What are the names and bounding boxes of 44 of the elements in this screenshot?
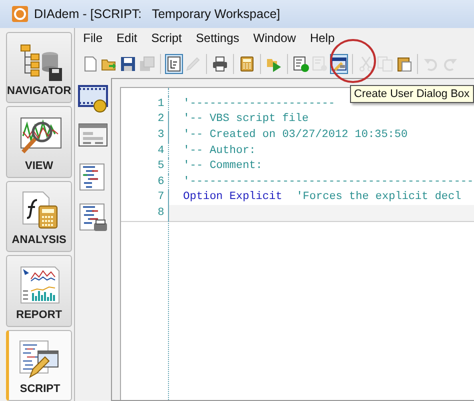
app-icon (12, 6, 28, 22)
copy-icon (377, 56, 394, 72)
navigation-tab[interactable]: NAVIGATOR (6, 32, 72, 104)
calculator-icon (239, 56, 256, 72)
window-title: DIAdem - [SCRIPT: Temporary Workspace] (34, 7, 280, 21)
script-view-icon (166, 56, 182, 72)
code-comment: '---------------------- (183, 98, 335, 110)
new-document-icon (82, 56, 98, 72)
code-keyword: Option Explicit (183, 191, 282, 204)
run-icon (266, 56, 282, 72)
dialog-icon (331, 56, 348, 72)
toolbar-button[interactable] (119, 54, 138, 74)
toolbar-button[interactable] (292, 54, 310, 74)
code-comment: '-- Created on 03/27/2012 10:35:50 (183, 128, 408, 141)
menu-item[interactable]: File (83, 31, 103, 50)
navigation-tab[interactable]: SCRIPT (6, 330, 72, 401)
printer-icon (212, 56, 228, 72)
line-number: 8 (121, 205, 170, 221)
menu-item[interactable]: Settings (196, 31, 240, 50)
code-comment: '-- Comment: (183, 160, 262, 172)
pen-icon (185, 56, 202, 72)
code-comment: 'Forces the explicit decl (296, 191, 462, 204)
save-icon (120, 56, 136, 72)
script-print-icon[interactable] (78, 203, 108, 233)
menu-item[interactable]: Help (310, 31, 335, 50)
navigation-tab[interactable]: VIEW (6, 106, 72, 178)
code-comment: '-- VBS script file (183, 113, 309, 126)
save-all-icon (139, 56, 156, 72)
menu-item[interactable]: Edit (116, 31, 138, 50)
redo-icon (442, 56, 458, 72)
paste-icon (396, 56, 412, 72)
cut-icon (358, 56, 374, 72)
code-comment: '------------------------------------------- (183, 176, 474, 188)
script-run-icon (293, 56, 310, 72)
menu-item[interactable]: Window (253, 31, 296, 50)
toolbar-button[interactable] (211, 54, 230, 74)
navigation-tab[interactable]: REPORT (6, 255, 72, 327)
code-comment: '-- Author: (183, 144, 256, 157)
navigation-tab[interactable]: ANALYSIS (6, 180, 72, 252)
menu-item[interactable]: Script (151, 31, 182, 50)
tooltip: Create User Dialog Box (350, 85, 474, 103)
undo-icon (423, 56, 440, 72)
toolbar-button[interactable] (165, 54, 184, 74)
script-stop-icon (312, 56, 328, 72)
